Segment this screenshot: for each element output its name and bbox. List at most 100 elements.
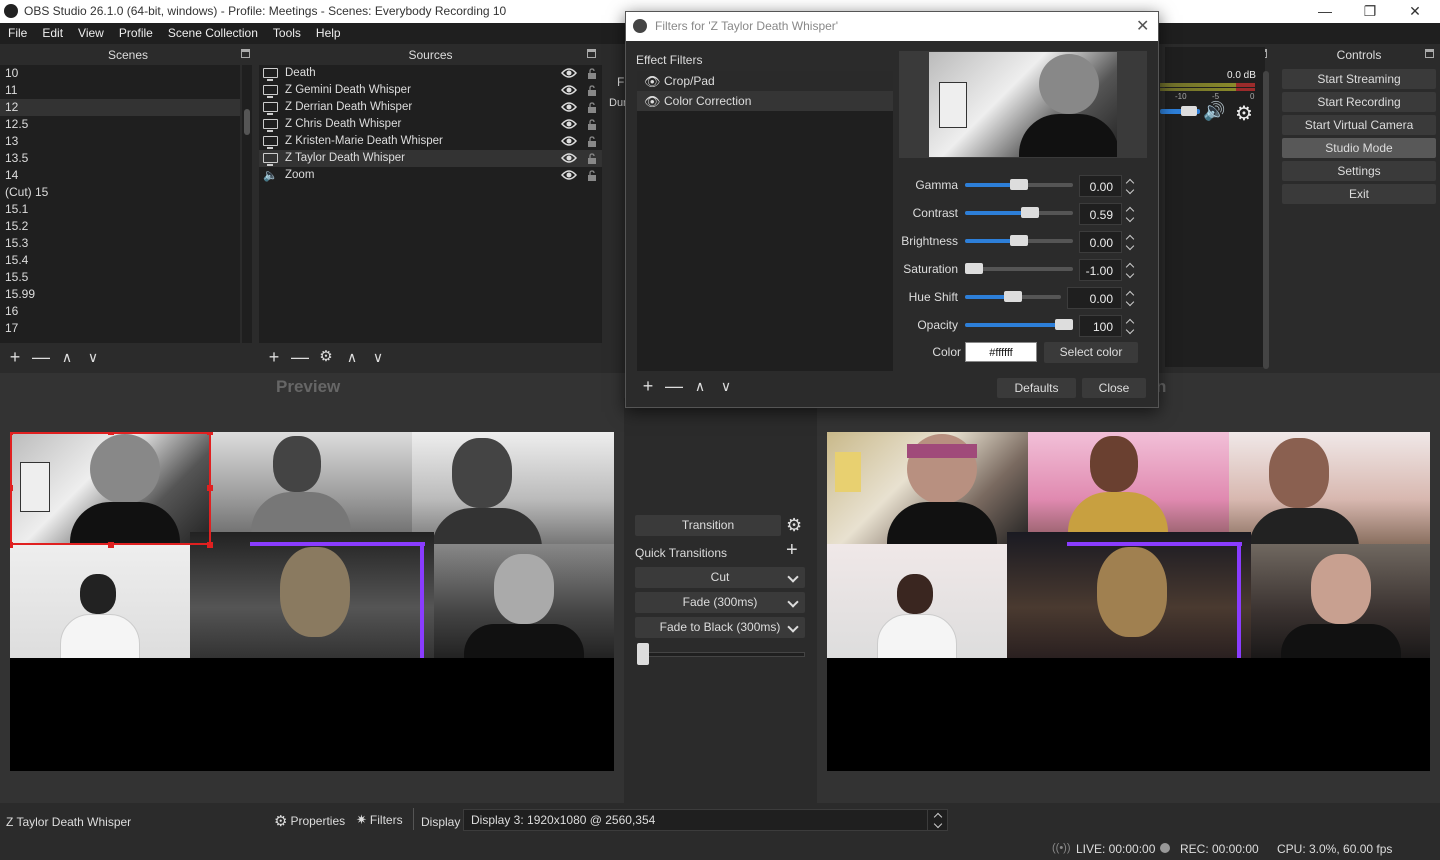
properties-button[interactable]: ⚙ Properties — [274, 812, 345, 830]
scene-item[interactable]: 17 — [0, 320, 240, 337]
move-down-icon[interactable]: ∨ — [83, 347, 103, 367]
mixer-gear-icon[interactable]: ⚙ — [1235, 101, 1253, 126]
unlock-icon[interactable] — [587, 136, 597, 147]
resize-handle[interactable] — [10, 542, 13, 548]
remove-source-icon[interactable]: — — [290, 347, 310, 367]
spin-arrows-icon[interactable] — [1124, 260, 1136, 280]
visibility-eye-icon[interactable] — [561, 118, 577, 130]
slider-knob[interactable] — [1010, 179, 1028, 190]
start-streaming-button[interactable]: Start Streaming — [1282, 69, 1436, 89]
t-bar[interactable] — [637, 652, 805, 657]
start-virtual-camera-button[interactable]: Start Virtual Camera — [1282, 115, 1436, 135]
visibility-eye-icon[interactable] — [561, 67, 577, 79]
property-slider[interactable] — [965, 179, 1073, 190]
start-recording-button[interactable]: Start Recording — [1282, 92, 1436, 112]
unlock-icon[interactable] — [587, 170, 597, 181]
resize-handle[interactable] — [10, 432, 13, 435]
property-value-input[interactable]: 0.59 — [1079, 203, 1122, 225]
scene-item[interactable]: 14 — [0, 167, 240, 184]
sources-list[interactable]: Death Z Gemini Death Whisper Z Derrian Dea… — [259, 65, 602, 343]
chevron-down-icon[interactable] — [787, 571, 799, 583]
visibility-eye-icon[interactable] — [561, 135, 577, 147]
resize-handle[interactable] — [207, 542, 213, 548]
scene-item[interactable]: 13.5 — [0, 150, 240, 167]
unlock-icon[interactable] — [587, 119, 597, 130]
spin-arrows-icon[interactable] — [1124, 232, 1136, 252]
scene-item[interactable]: 15.4 — [0, 252, 240, 269]
undock-icon[interactable] — [241, 49, 250, 58]
selected-source-outline[interactable] — [10, 432, 211, 545]
menu-scene-collection[interactable]: Scene Collection — [160, 23, 265, 40]
slider-knob[interactable] — [1055, 319, 1073, 330]
close-button[interactable]: Close — [1082, 378, 1146, 398]
spin-arrows-icon[interactable] — [1124, 204, 1136, 224]
resize-handle[interactable] — [10, 485, 13, 491]
add-scene-icon[interactable]: + — [5, 347, 25, 367]
unlock-icon[interactable] — [587, 68, 597, 79]
exit-button[interactable]: Exit — [1282, 184, 1436, 204]
scene-item[interactable]: 13 — [0, 133, 240, 150]
quick-transition-fade-to-black[interactable]: Fade to Black (300ms) — [635, 617, 805, 638]
add-quick-transition-icon[interactable]: + — [786, 539, 798, 562]
remove-scene-icon[interactable]: — — [31, 347, 51, 367]
slider-knob[interactable] — [1004, 291, 1022, 302]
slider-knob[interactable] — [1021, 207, 1039, 218]
eye-icon[interactable]: 👁 — [644, 92, 661, 112]
resize-handle[interactable] — [207, 432, 213, 435]
visibility-eye-icon[interactable] — [561, 169, 577, 181]
property-slider[interactable] — [965, 235, 1073, 246]
scene-item[interactable]: 15.3 — [0, 235, 240, 252]
remove-filter-icon[interactable]: — — [664, 376, 684, 396]
volume-slider-knob[interactable] — [1181, 106, 1197, 116]
resize-handle[interactable] — [108, 542, 114, 548]
unlock-icon[interactable] — [587, 153, 597, 164]
scene-item[interactable]: 16 — [0, 303, 240, 320]
property-slider[interactable] — [965, 291, 1061, 302]
unlock-icon[interactable] — [587, 102, 597, 113]
property-slider[interactable] — [965, 207, 1073, 218]
close-window-button[interactable]: ✕ — [1392, 2, 1438, 22]
resize-handle[interactable] — [108, 432, 114, 435]
move-up-icon[interactable]: ∧ — [57, 347, 77, 367]
scene-item[interactable]: (Cut) 15 — [0, 184, 240, 201]
t-bar-handle[interactable] — [637, 643, 649, 665]
display-select[interactable]: Display 3: 1920x1080 @ 2560,354 — [463, 809, 948, 831]
add-filter-icon[interactable]: + — [638, 376, 658, 396]
chevron-down-icon[interactable] — [787, 596, 799, 608]
property-value-input[interactable]: 0.00 — [1079, 231, 1122, 253]
source-item[interactable]: Z Kristen-Marie Death Whisper — [259, 133, 602, 150]
studio-mode-button[interactable]: Studio Mode — [1282, 138, 1436, 158]
quick-transition-cut[interactable]: Cut — [635, 567, 805, 588]
property-value-input[interactable]: -1.00 — [1079, 259, 1122, 281]
source-properties-gear-icon[interactable]: ⚙ — [316, 347, 336, 367]
slider-knob[interactable] — [965, 263, 983, 274]
visibility-eye-icon[interactable] — [561, 152, 577, 164]
filters-button[interactable]: ✷ Filters — [356, 812, 403, 828]
source-item[interactable]: Z Chris Death Whisper — [259, 116, 602, 133]
visibility-eye-icon[interactable] — [561, 101, 577, 113]
chevron-down-icon[interactable] — [787, 621, 799, 633]
menu-help[interactable]: Help — [308, 23, 348, 40]
source-item[interactable]: Z Derrian Death Whisper — [259, 99, 602, 116]
scene-item[interactable]: 10 — [0, 65, 240, 82]
spin-icon[interactable] — [927, 810, 947, 830]
property-slider[interactable] — [965, 319, 1073, 330]
menu-profile[interactable]: Profile — [111, 23, 160, 40]
move-up-icon[interactable]: ∧ — [342, 347, 362, 367]
scene-item[interactable]: 11 — [0, 82, 240, 99]
resize-handle[interactable] — [207, 485, 213, 491]
property-value-input[interactable]: 100 — [1079, 315, 1122, 337]
transition-gear-icon[interactable]: ⚙ — [786, 515, 802, 536]
property-value-input[interactable]: 0.00 — [1079, 175, 1122, 197]
menu-tools[interactable]: Tools — [265, 23, 308, 40]
undock-icon[interactable] — [587, 49, 596, 58]
select-color-button[interactable]: Select color — [1044, 342, 1138, 363]
undock-icon[interactable] — [1425, 49, 1434, 58]
quick-transition-fade[interactable]: Fade (300ms) — [635, 592, 805, 613]
dialog-close-icon[interactable]: ✕ — [1136, 16, 1149, 36]
scene-item[interactable]: 15.1 — [0, 201, 240, 218]
add-source-icon[interactable]: + — [264, 347, 284, 367]
move-down-icon[interactable]: ∨ — [368, 347, 388, 367]
eye-icon[interactable]: 👁 — [644, 72, 661, 92]
preview-canvas[interactable] — [10, 432, 614, 771]
